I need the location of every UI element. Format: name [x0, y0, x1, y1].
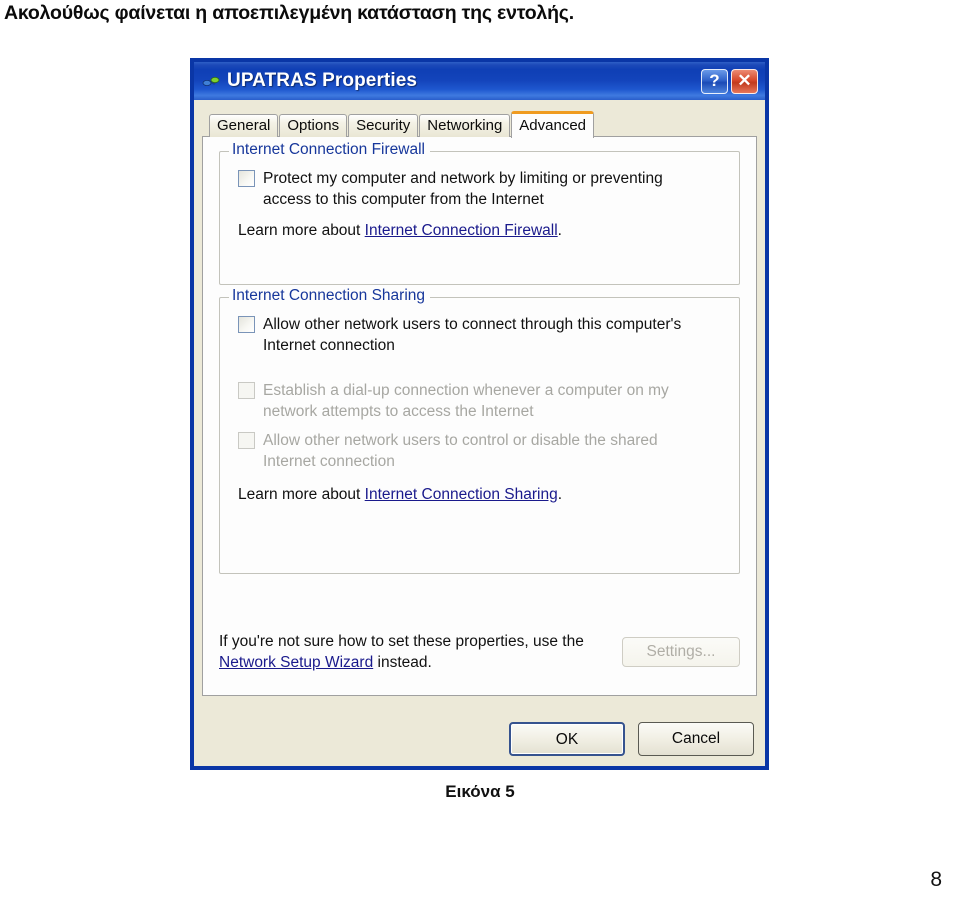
group-internet-connection-firewall: Internet Connection Firewall Protect my …: [219, 141, 740, 285]
sharing-learn-more: Learn more about Internet Connection Sha…: [238, 486, 725, 504]
dialog-client-area: General Options Security Networking Adva…: [194, 100, 765, 766]
firewall-learn-suffix: .: [557, 222, 562, 239]
sharing-learn-prefix: Learn more about: [238, 486, 365, 503]
checkbox-establish-dialup: [238, 382, 255, 399]
tab-strip: General Options Security Networking Adva…: [202, 110, 757, 138]
group-legend-sharing: Internet Connection Sharing: [229, 287, 431, 305]
checkbox-allow-other-users-connect[interactable]: [238, 316, 255, 333]
checkbox-allow-control-disable: [238, 432, 255, 449]
sharing-learn-suffix: .: [557, 486, 563, 503]
tab-options[interactable]: Options: [279, 114, 348, 137]
tab-advanced[interactable]: Advanced: [511, 111, 595, 138]
tab-networking[interactable]: Networking: [419, 114, 511, 137]
dialog-button-row: OK Cancel: [509, 722, 754, 756]
cancel-button[interactable]: Cancel: [638, 722, 754, 756]
settings-button: Settings...: [622, 637, 740, 667]
group-legend-firewall: Internet Connection Firewall: [229, 141, 430, 159]
tab-panel-advanced: Internet Connection Firewall Protect my …: [202, 136, 757, 696]
setup-wizard-hint: If you're not sure how to set these prop…: [219, 631, 619, 673]
dialog-title: UPATRAS Properties: [227, 70, 418, 91]
checkbox-allow-control-disable-label: Allow other network users to control or …: [263, 432, 658, 470]
tab-security[interactable]: Security: [348, 114, 419, 137]
ok-button[interactable]: OK: [509, 722, 625, 756]
sharing-spacer: [234, 362, 725, 380]
dialog-titlebar: UPATRAS Properties ? ✕: [194, 59, 765, 100]
hint-suffix: instead.: [373, 654, 432, 671]
page-heading: Ακολούθως φαίνεται η αποεπιλεγμένη κατάσ…: [4, 2, 574, 24]
link-network-setup-wizard[interactable]: Network Setup Wizard: [219, 654, 373, 671]
checkbox-allow-other-users-connect-label: Allow other network users to connect thr…: [263, 316, 682, 354]
sharing-dialup-row: Establish a dial-up connection whenever …: [234, 380, 725, 422]
close-icon[interactable]: ✕: [731, 68, 758, 94]
firewall-protect-row[interactable]: Protect my computer and network by limit…: [234, 168, 725, 210]
properties-dialog: UPATRAS Properties ? ✕ General Options S…: [191, 59, 768, 769]
firewall-learn-prefix: Learn more about: [238, 222, 365, 239]
sharing-allow-connect-row[interactable]: Allow other network users to connect thr…: [234, 314, 725, 356]
figure-caption: Εικόνα 5: [445, 782, 515, 801]
tab-general[interactable]: General: [209, 114, 279, 137]
titlebar-buttons: ? ✕: [701, 68, 758, 94]
checkbox-protect-computer-label: Protect my computer and network by limit…: [263, 170, 663, 208]
hint-prefix: If you're not sure how to set these prop…: [219, 633, 584, 650]
page-number: 8: [930, 868, 942, 891]
help-button[interactable]: ?: [701, 68, 728, 94]
link-internet-connection-firewall[interactable]: Internet Connection Firewall: [365, 222, 558, 239]
group-internet-connection-sharing: Internet Connection Sharing Allow other …: [219, 287, 740, 574]
sharing-control-row: Allow other network users to control or …: [234, 430, 725, 472]
link-internet-connection-sharing[interactable]: Internet Connection Sharing: [365, 486, 558, 503]
network-connection-icon: [202, 74, 220, 90]
footer-hint-area: If you're not sure how to set these prop…: [219, 631, 740, 673]
checkbox-establish-dialup-label: Establish a dial-up connection whenever …: [263, 382, 669, 420]
firewall-learn-more: Learn more about Internet Connection Fir…: [238, 222, 725, 240]
checkbox-protect-computer[interactable]: [238, 170, 255, 187]
